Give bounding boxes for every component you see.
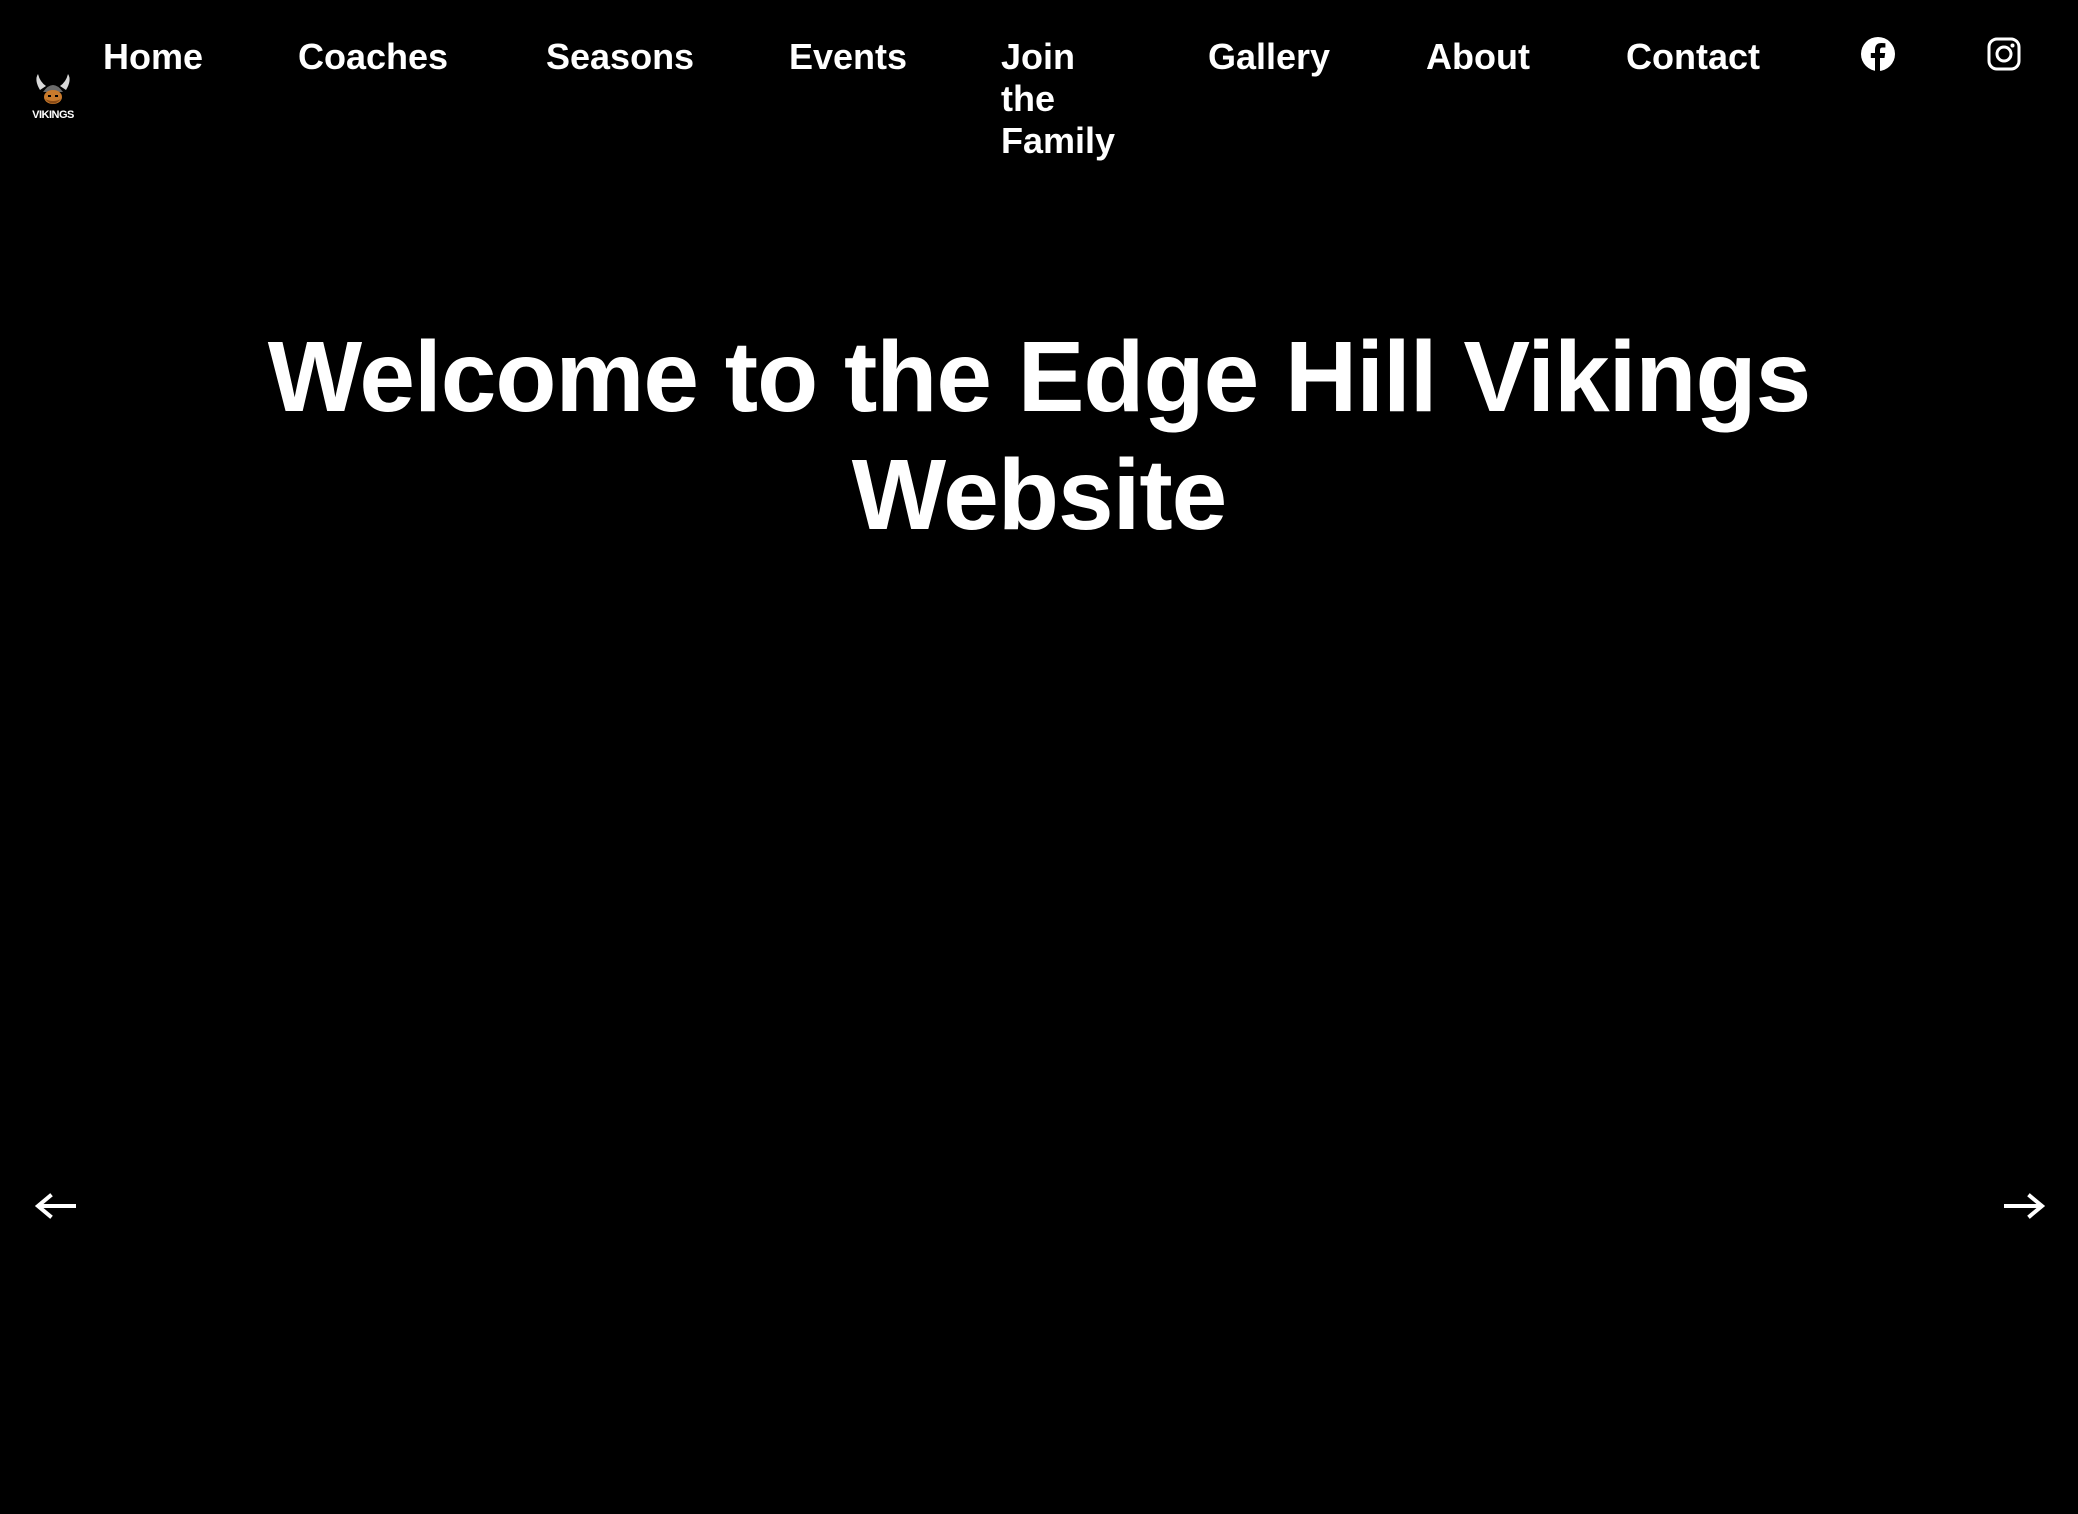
nav-events[interactable]: Events — [789, 36, 907, 78]
nav-seasons[interactable]: Seasons — [546, 36, 694, 78]
vikings-logo[interactable]: VIKINGS — [30, 72, 76, 122]
arrow-right-icon[interactable] — [2002, 1188, 2046, 1224]
nav-coaches[interactable]: Coaches — [298, 36, 448, 78]
facebook-icon[interactable] — [1860, 36, 1896, 72]
nav-gallery[interactable]: Gallery — [1208, 36, 1330, 78]
arrow-left-icon[interactable] — [34, 1188, 78, 1224]
instagram-icon[interactable] — [1986, 36, 2022, 72]
nav-join-the-family[interactable]: Join the Family — [1001, 36, 1131, 162]
svg-text:VIKINGS: VIKINGS — [32, 109, 74, 121]
hero-title: Welcome to the Edge Hill Vikings Website — [267, 321, 1811, 551]
nav-about[interactable]: About — [1426, 36, 1530, 78]
nav-contact[interactable]: Contact — [1626, 36, 1760, 78]
nav-home[interactable]: Home — [103, 36, 203, 78]
